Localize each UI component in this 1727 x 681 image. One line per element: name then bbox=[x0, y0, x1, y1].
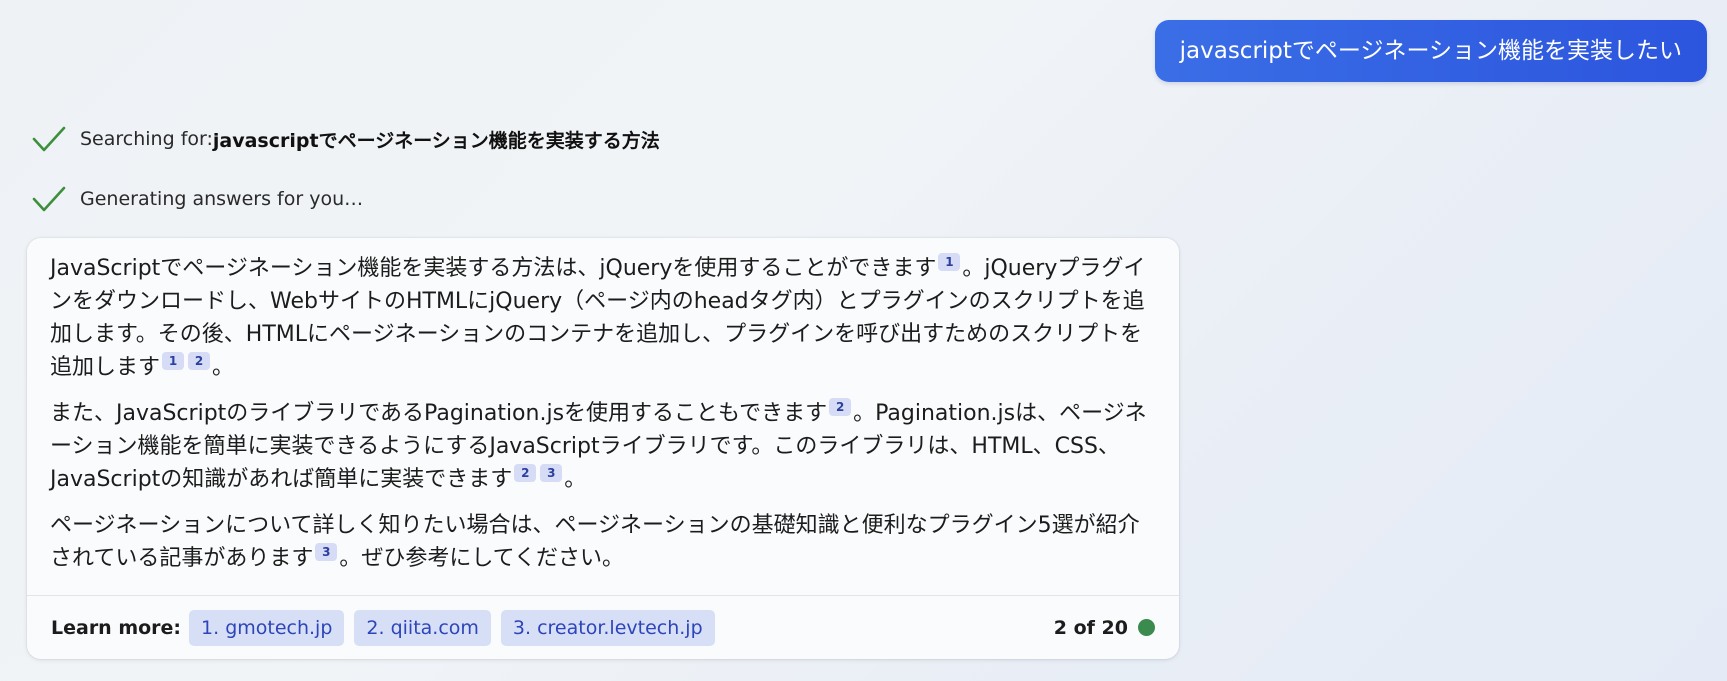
answer-text: 。ぜひ参考にしてください。 bbox=[339, 546, 625, 571]
searching-query: javascriptでページネーション機能を実装する方法 bbox=[212, 129, 660, 152]
checkmark-icon bbox=[32, 186, 66, 212]
answer-body: JavaScriptでページネーション機能を実装する方法は、jQueryを使用す… bbox=[27, 238, 1179, 575]
answer-card: JavaScriptでページネーション機能を実装する方法は、jQueryを使用す… bbox=[27, 238, 1179, 659]
checkmark-icon bbox=[32, 126, 66, 152]
answer-paragraph: また、JavaScriptのライブラリであるPagination.jsを使用する… bbox=[50, 397, 1156, 496]
citation-ref[interactable]: 2 bbox=[514, 464, 537, 482]
learn-more-label: Learn more: bbox=[51, 616, 182, 639]
searching-status: Searching for: javascriptでページネーション機能を実装す… bbox=[32, 124, 660, 154]
citation-ref[interactable]: 2 bbox=[188, 352, 211, 370]
searching-label: Searching for: bbox=[80, 128, 213, 150]
citation-ref[interactable]: 3 bbox=[540, 464, 563, 482]
learn-more-bar: Learn more: 1. gmotech.jp 2. qiita.com 3… bbox=[27, 595, 1179, 659]
citation-ref[interactable]: 3 bbox=[315, 543, 338, 561]
answer-text: 。 bbox=[564, 467, 587, 492]
user-message-bubble: javascriptでページネーション機能を実装したい bbox=[1154, 20, 1707, 82]
generating-label: Generating answers for you… bbox=[80, 188, 364, 210]
answer-paragraph: JavaScriptでページネーション機能を実装する方法は、jQueryを使用す… bbox=[50, 252, 1156, 384]
citation-ref[interactable]: 1 bbox=[162, 352, 185, 370]
status-dot-icon bbox=[1138, 619, 1155, 636]
response-counter: 2 of 20 bbox=[1054, 617, 1155, 639]
source-link-levtech[interactable]: 3. creator.levtech.jp bbox=[500, 609, 715, 646]
counter-text: 2 of 20 bbox=[1053, 616, 1128, 639]
citation-ref[interactable]: 2 bbox=[829, 398, 852, 416]
source-link-qiita[interactable]: 2. qiita.com bbox=[354, 609, 491, 646]
source-link-gmotech[interactable]: 1. gmotech.jp bbox=[189, 609, 345, 646]
answer-paragraph: ページネーションについて詳しく知りたい場合は、ページネーションの基礎知識と便利な… bbox=[50, 509, 1156, 575]
generating-status: Generating answers for you… bbox=[32, 184, 363, 214]
citation-ref[interactable]: 1 bbox=[938, 253, 961, 271]
answer-text: JavaScriptでページネーション機能を実装する方法は、jQueryを使用す… bbox=[50, 256, 937, 281]
answer-text: 。 bbox=[212, 355, 235, 380]
answer-text: また、JavaScriptのライブラリであるPagination.jsを使用する… bbox=[50, 401, 828, 426]
